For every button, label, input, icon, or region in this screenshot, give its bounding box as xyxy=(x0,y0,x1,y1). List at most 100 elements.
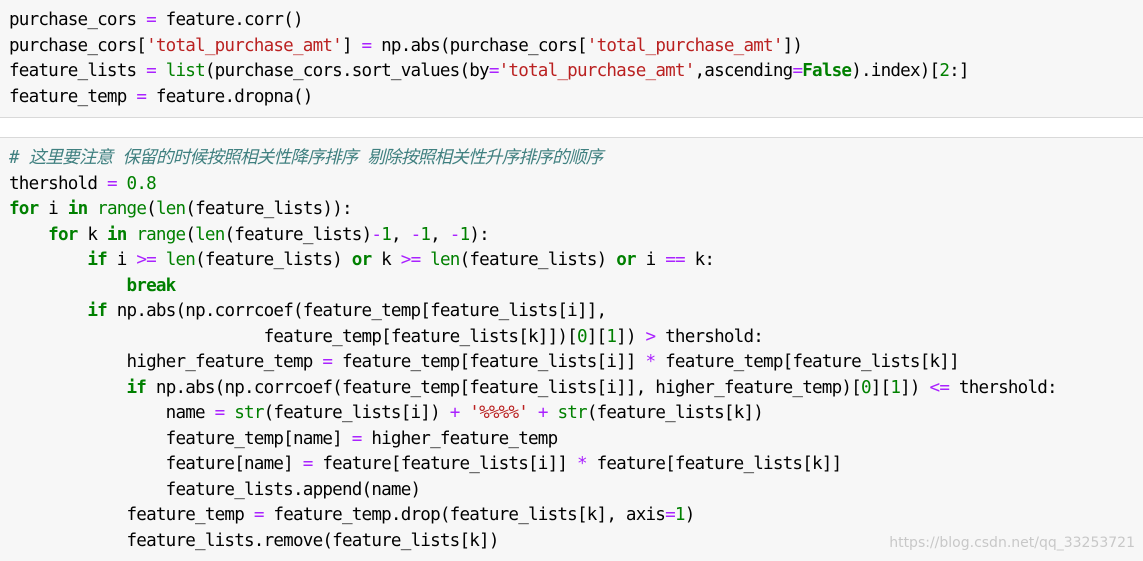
operator-token: * xyxy=(645,352,657,372)
code-cell-1[interactable]: purchase_cors = feature.corr() purchase_c… xyxy=(0,0,1143,118)
code-line: higher_feature_temp = feature_temp[featu… xyxy=(9,350,1057,376)
builtin-token: len xyxy=(155,199,186,219)
code-token: feature.dropna() xyxy=(146,86,314,107)
operator-token: = xyxy=(214,403,226,423)
operator-token: + xyxy=(449,403,461,423)
code-token: ]) xyxy=(900,377,930,398)
code-token: feature[feature_lists[k]] xyxy=(586,454,843,474)
code-token: ) xyxy=(684,505,696,525)
code-token: ( xyxy=(185,224,196,245)
operator-token: = xyxy=(136,86,147,107)
string-token: 'total_purchase_amt' xyxy=(586,35,784,56)
operator-token: = xyxy=(253,505,265,525)
code-block[interactable]: purchase_cors = feature.corr() purchase_c… xyxy=(9,8,970,111)
keyword-token: if xyxy=(87,250,107,270)
builtin-token: range xyxy=(97,199,147,219)
code-line: for k in range(len(feature_lists)-1, -1,… xyxy=(9,223,1057,249)
code-token: ]) xyxy=(782,35,803,56)
code-token: np.abs(np.corrcoef(feature_temp[feature_… xyxy=(146,377,862,398)
builtin-token: str xyxy=(234,403,264,423)
code-token: higher_feature_temp xyxy=(361,428,558,449)
keyword-token: if xyxy=(87,301,107,321)
code-token: ( xyxy=(146,199,157,219)
code-token: feature[name] xyxy=(9,454,303,474)
code-token: (feature_lists) xyxy=(195,250,352,270)
comment-token: # 这里要注意 保留的时候按照相关性降序排序 剔除按照相关性升序排序的顺序 xyxy=(9,148,603,168)
code-token: feature_temp[feature_lists[i]] xyxy=(332,352,646,372)
number-token: 1 xyxy=(890,377,901,398)
code-cell-2[interactable]: # 这里要注意 保留的时候按照相关性降序排序 剔除按照相关性升序排序的顺序 the… xyxy=(0,137,1143,561)
code-token: feature_temp[feature_lists[k]] xyxy=(655,352,960,372)
operator-token: = xyxy=(792,61,803,81)
code-token: i xyxy=(635,250,666,270)
keyword-token: break xyxy=(126,275,177,296)
code-token: ): xyxy=(469,224,489,245)
code-token: (feature_lists[k]) xyxy=(586,403,764,423)
keyword-token: False xyxy=(802,61,852,81)
code-token: i xyxy=(106,250,137,270)
number-token: 1 xyxy=(381,224,392,245)
operator-token: = xyxy=(665,505,676,525)
operator-token: + xyxy=(537,403,549,423)
code-line: purchase_cors['total_purchase_amt'] = np… xyxy=(9,34,969,60)
builtin-token: len xyxy=(165,250,196,270)
builtin-token: range xyxy=(136,224,186,245)
code-token: feature_temp xyxy=(9,505,254,525)
keyword-token: if xyxy=(126,377,147,398)
code-line: feature_temp[feature_lists[k]])[0][1]) >… xyxy=(9,325,1057,351)
code-token: feature_lists.remove(feature_lists[k]) xyxy=(9,530,500,551)
code-token: thershold: xyxy=(655,326,764,347)
code-token: feature_temp[feature_lists[k]])[ xyxy=(9,326,578,347)
string-token: 'total_purchase_amt' xyxy=(498,61,696,81)
operator-token: = xyxy=(146,61,157,81)
keyword-token: for xyxy=(9,199,39,219)
operator-token: * xyxy=(576,454,588,474)
code-token: k xyxy=(77,224,107,245)
code-token: np.abs(np.corrcoef(feature_temp[feature_… xyxy=(106,301,607,321)
code-token: ).index)[ xyxy=(851,61,940,81)
code-line: thershold = 0.8 xyxy=(9,172,1057,198)
code-line: # 这里要注意 保留的时候按照相关性降序排序 剔除按照相关性升序排序的顺序 xyxy=(9,146,1057,172)
code-line: if np.abs(np.corrcoef(feature_temp[featu… xyxy=(9,299,1057,325)
code-line: name = str(feature_lists[i]) + '%%%%' + … xyxy=(9,401,1057,427)
code-line: feature_temp = feature.dropna() xyxy=(9,85,969,111)
number-token: 1 xyxy=(420,224,431,245)
code-token: , xyxy=(430,224,450,245)
number-token: 2 xyxy=(939,61,950,81)
number-token: 0 xyxy=(576,326,588,347)
number-token: 1 xyxy=(674,505,686,525)
code-line: purchase_cors = feature.corr() xyxy=(9,8,969,34)
operator-token: = xyxy=(488,61,500,81)
code-line: feature_temp = feature_temp.drop(feature… xyxy=(9,503,1057,529)
code-token: feature[feature_lists[i]] xyxy=(312,454,577,474)
operator-token: = xyxy=(351,428,363,449)
number-token: 1 xyxy=(606,326,617,347)
builtin-token: len xyxy=(195,224,225,245)
operator-token: == xyxy=(665,250,685,270)
operator-token: = xyxy=(361,35,373,56)
operator-token: >= xyxy=(136,250,156,270)
number-token: 0.8 xyxy=(126,173,157,194)
operator-token: = xyxy=(106,173,118,194)
code-token: k xyxy=(371,250,401,270)
code-line: feature_temp[name] = higher_feature_temp xyxy=(9,427,1057,453)
operator-token: - xyxy=(410,224,422,245)
code-token: thershold xyxy=(9,173,107,194)
code-token: ] xyxy=(341,35,362,56)
keyword-token: or xyxy=(351,250,372,270)
code-block[interactable]: # 这里要注意 保留的时候按照相关性降序排序 剔除按照相关性升序排序的顺序 the… xyxy=(9,146,1058,554)
code-token: (purchase_cors.sort_values(by xyxy=(204,61,490,81)
code-token: thershold: xyxy=(949,377,1058,398)
operator-token: = xyxy=(322,352,333,372)
